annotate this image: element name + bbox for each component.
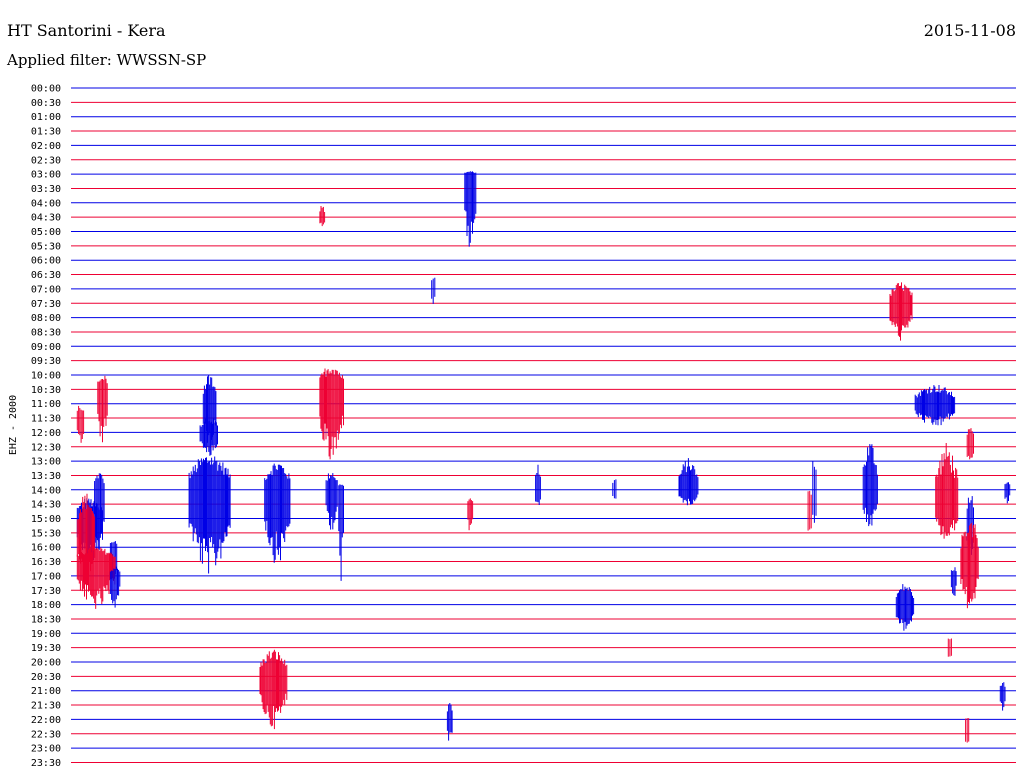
time-tick-label: 12:30 xyxy=(31,442,61,453)
seismic-event xyxy=(535,464,541,505)
time-tick-label: 16:00 xyxy=(31,543,61,554)
seismic-event xyxy=(319,368,344,460)
time-tick-label: 13:30 xyxy=(31,471,61,482)
time-tick-label: 05:30 xyxy=(31,241,61,252)
time-tick-label: 05:00 xyxy=(31,227,61,238)
seismic-event xyxy=(1004,482,1011,504)
time-tick-label: 22:00 xyxy=(31,715,61,726)
seismic-event xyxy=(895,584,915,631)
time-tick-label: 19:30 xyxy=(31,643,61,654)
time-tick-label: 23:00 xyxy=(31,744,61,755)
seismic-event xyxy=(960,522,979,609)
time-tick-labels: 00:00 00:30 01:00 01:30 02:00 02:30 03:00 03:30… xyxy=(31,84,61,769)
seismic-event xyxy=(76,547,116,609)
time-tick-label: 08:30 xyxy=(31,327,61,338)
time-tick-label: 02:00 xyxy=(31,141,61,152)
time-tick-label: 12:00 xyxy=(31,428,61,439)
y-axis-label: EHZ - 2000 xyxy=(8,395,19,455)
time-tick-label: 01:30 xyxy=(31,127,61,138)
time-tick-label: 08:00 xyxy=(31,313,61,324)
time-tick-label: 16:30 xyxy=(31,557,61,568)
time-tick-label: 03:30 xyxy=(31,184,61,195)
time-tick-label: 23:30 xyxy=(31,758,61,769)
time-tick-label: 15:30 xyxy=(31,528,61,539)
seismic-event xyxy=(950,567,957,596)
time-tick-label: 00:30 xyxy=(31,98,61,109)
seismic-event xyxy=(464,171,477,247)
seismic-event xyxy=(338,484,344,581)
time-tick-label: 10:00 xyxy=(31,371,61,382)
time-tick-label: 07:30 xyxy=(31,299,61,310)
seismic-event xyxy=(446,703,453,741)
time-tick-label: 14:30 xyxy=(31,500,61,511)
time-tick-label: 04:00 xyxy=(31,198,61,209)
time-tick-label: 18:30 xyxy=(31,614,61,625)
time-tick-label: 06:30 xyxy=(31,270,61,281)
seismic-event xyxy=(264,463,291,563)
seismic-event xyxy=(259,649,288,730)
seismic-event xyxy=(935,443,959,539)
time-tick-label: 21:30 xyxy=(31,701,61,712)
seismic-event xyxy=(467,498,474,531)
time-tick-label: 07:00 xyxy=(31,284,61,295)
time-tick-label: 11:00 xyxy=(31,399,61,410)
time-tick-label: 20:00 xyxy=(31,658,61,669)
seismic-event xyxy=(612,479,617,499)
seismic-event xyxy=(431,277,436,304)
time-tick-label: 21:00 xyxy=(31,686,61,697)
time-tick-label: 09:30 xyxy=(31,356,61,367)
time-tick-label: 06:00 xyxy=(31,256,61,267)
seismic-event xyxy=(862,444,878,527)
time-tick-label: 14:00 xyxy=(31,485,61,496)
seismic-event xyxy=(319,206,326,227)
seismic-event xyxy=(999,682,1006,711)
seismic-event xyxy=(812,461,817,523)
time-tick-label: 09:00 xyxy=(31,342,61,353)
time-tick-label: 10:30 xyxy=(31,385,61,396)
time-tick-label: 22:30 xyxy=(31,729,61,740)
seismic-event xyxy=(109,566,121,608)
time-tick-label: 19:00 xyxy=(31,629,61,640)
seismic-event xyxy=(947,638,952,657)
seismic-event xyxy=(188,456,231,574)
time-tick-label: 13:00 xyxy=(31,457,61,468)
time-tick-label: 15:00 xyxy=(31,514,61,525)
time-tick-label: 03:00 xyxy=(31,170,61,181)
time-tick-label: 20:30 xyxy=(31,672,61,683)
seismic-event xyxy=(325,473,338,530)
time-tick-label: 11:30 xyxy=(31,414,61,425)
seismic-event xyxy=(76,405,85,443)
time-tick-label: 18:00 xyxy=(31,600,61,611)
seismogram-chart: 00:00 00:30 01:00 01:30 02:00 02:30 03:00 03:30… xyxy=(8,84,1016,769)
seismic-event xyxy=(914,385,956,426)
time-tick-label: 00:00 xyxy=(31,84,61,95)
seismic-event xyxy=(807,490,812,531)
time-tick-label: 02:30 xyxy=(31,155,61,166)
time-tick-label: 04:30 xyxy=(31,213,61,224)
seismic-event xyxy=(199,418,218,456)
seismic-event xyxy=(678,458,699,506)
seismic-event xyxy=(965,718,970,743)
seismic-events xyxy=(76,171,1011,743)
time-tick-label: 01:00 xyxy=(31,112,61,123)
time-tick-label: 17:30 xyxy=(31,586,61,597)
time-tick-label: 17:00 xyxy=(31,571,61,582)
